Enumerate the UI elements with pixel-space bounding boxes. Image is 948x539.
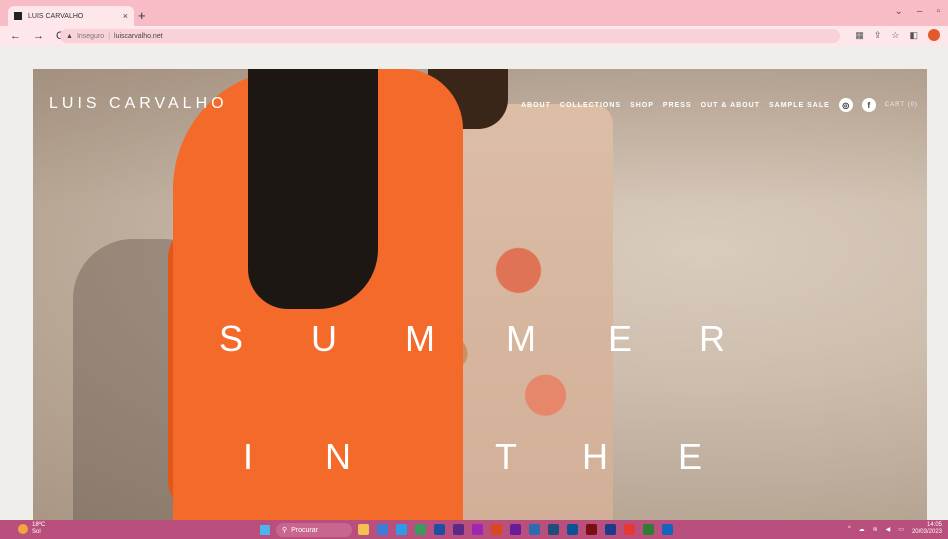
taskbar-app-icon[interactable] xyxy=(662,524,673,535)
address-bar[interactable]: ▲ Inseguro | luiscarvalho.net xyxy=(60,29,840,43)
toolbar-actions: ▦ ⇪ ☆ ◧ xyxy=(855,29,940,41)
taskbar-app-icon[interactable] xyxy=(377,524,388,535)
taskbar-app-icon[interactable] xyxy=(472,524,483,535)
headline-letter: I xyxy=(243,436,254,477)
taskbar-app-icon[interactable] xyxy=(605,524,616,535)
headline-letter: M xyxy=(506,318,536,359)
back-button[interactable]: ← xyxy=(10,30,21,42)
share-icon[interactable]: ⇪ xyxy=(874,30,882,41)
headline-letter: E xyxy=(678,436,703,477)
weather-temp: 18ºC xyxy=(32,522,46,528)
weather-condition: Sol xyxy=(32,529,41,535)
search-label: Procurar xyxy=(291,526,318,534)
taskbar-app-icon[interactable] xyxy=(643,524,654,535)
warning-icon[interactable]: ▲ xyxy=(66,33,73,40)
taskbar-app-icon[interactable] xyxy=(396,524,407,535)
nav-out-about[interactable]: OUT & ABOUT xyxy=(701,102,760,109)
taskbar-app-icon[interactable] xyxy=(491,524,502,535)
taskbar-app-icon[interactable] xyxy=(453,524,464,535)
minimize-button[interactable]: – xyxy=(917,6,923,17)
headline-letter: E xyxy=(608,318,633,359)
sun-icon xyxy=(18,524,28,534)
taskbar-app-icon[interactable] xyxy=(624,524,635,535)
cloud-icon[interactable]: ☁ xyxy=(859,526,865,533)
nav-press[interactable]: PRESS xyxy=(663,102,692,109)
taskbar-app-icon[interactable] xyxy=(415,524,426,535)
url-text: luiscarvalho.net xyxy=(114,32,163,40)
browser-toolbar: ← → C ▲ Inseguro | luiscarvalho.net ▦ ⇪ … xyxy=(0,26,948,46)
headline-letter: U xyxy=(311,318,337,359)
taskbar-app-icon[interactable] xyxy=(567,524,578,535)
tab-close-icon[interactable]: × xyxy=(123,11,128,21)
taskbar-app-icon[interactable] xyxy=(586,524,597,535)
headline-letter: S xyxy=(219,318,244,359)
tab-search-icon[interactable]: ⌄ xyxy=(895,6,903,17)
profile-avatar[interactable] xyxy=(928,29,940,41)
nav-sample-sale[interactable]: SAMPLE SALE xyxy=(769,102,830,109)
side-panel-icon[interactable]: ◧ xyxy=(909,30,918,41)
new-tab-button[interactable]: + xyxy=(138,8,146,23)
browser-tab-strip: LUIS CARVALHO × + ⌄ – ▫ xyxy=(0,0,948,26)
model-hair xyxy=(248,69,378,309)
headline-letter: R xyxy=(699,318,725,359)
maximize-button[interactable]: ▫ xyxy=(936,6,940,17)
search-icon: ⚲ xyxy=(282,527,288,534)
site-logo[interactable]: LUIS CARVALHO xyxy=(49,95,228,113)
hero-image xyxy=(33,69,927,520)
taskbar-app-icon[interactable] xyxy=(529,524,540,535)
headline-letter: M xyxy=(405,318,435,359)
separator: | xyxy=(108,32,111,40)
forward-button[interactable]: → xyxy=(33,30,44,42)
volume-icon[interactable]: ◀ xyxy=(886,526,891,533)
facebook-icon[interactable]: f xyxy=(861,98,876,112)
system-tray: ^ ☁ ≋ ◀ ▭ 14:05 20/03/2023 xyxy=(848,522,942,536)
headline-letter: H xyxy=(582,436,608,477)
nav-shop[interactable]: SHOP xyxy=(630,102,654,109)
insecure-label: Inseguro xyxy=(76,32,105,40)
taskbar-app-icon[interactable] xyxy=(548,524,559,535)
bookmark-star-icon[interactable]: ☆ xyxy=(891,30,899,41)
windows-start-icon[interactable] xyxy=(260,525,270,535)
translate-icon[interactable]: ▦ xyxy=(855,30,864,41)
site-favicon-icon xyxy=(14,12,22,20)
headline-letter: N xyxy=(325,436,351,477)
clock-time: 14:05 xyxy=(926,522,942,528)
taskbar-app-icon[interactable] xyxy=(510,524,521,535)
cart-link[interactable]: CART (0) xyxy=(885,102,918,108)
clock-date: 20/03/2023 xyxy=(911,529,942,535)
site-nav: ABOUT COLLECTIONS SHOP PRESS OUT & ABOUT… xyxy=(521,98,918,112)
weather-widget[interactable]: 18ºC Sol xyxy=(18,522,45,536)
taskbar-search[interactable]: ⚲ Procurar xyxy=(276,523,352,537)
nav-about[interactable]: ABOUT xyxy=(521,102,551,109)
taskbar-apps xyxy=(358,524,673,535)
taskbar-app-icon[interactable] xyxy=(358,524,369,535)
browser-tab[interactable]: LUIS CARVALHO × xyxy=(8,6,134,26)
nav-collections[interactable]: COLLECTIONS xyxy=(560,102,621,109)
clock[interactable]: 14:05 20/03/2023 xyxy=(912,522,942,536)
battery-icon[interactable]: ▭ xyxy=(898,526,904,533)
window-controls: ⌄ – ▫ xyxy=(895,6,941,17)
headline-letter: T xyxy=(495,436,517,477)
taskbar-app-icon[interactable] xyxy=(434,524,445,535)
tab-title: LUIS CARVALHO xyxy=(28,12,84,20)
instagram-icon[interactable]: ◎ xyxy=(838,98,853,112)
wifi-icon[interactable]: ≋ xyxy=(873,526,878,533)
chevron-up-icon[interactable]: ^ xyxy=(848,526,851,532)
